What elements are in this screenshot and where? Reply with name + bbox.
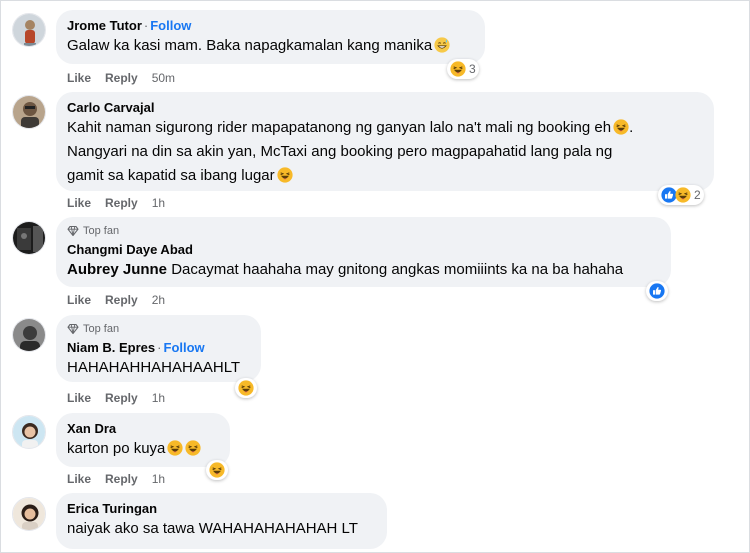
comment-text: Galaw ka kasi mam. Baka napagkamalan kan… [67, 37, 433, 54]
reaction-count: 3 [469, 62, 476, 76]
commenter-name[interactable]: Changmi Daye Abad [67, 242, 193, 257]
comment-actions: Like Reply 2h [67, 293, 179, 307]
avatar[interactable] [12, 13, 46, 47]
haha-emoji-icon [185, 440, 201, 456]
top-fan-label: Top fan [83, 323, 120, 335]
haha-emoji-icon [238, 380, 254, 396]
comment-bubble: Jrome Tutor · Follow Galaw ka kasi mam. Ba… [56, 10, 485, 64]
reply-button[interactable]: Reply [105, 71, 138, 85]
comment-text: HAHAHAHHAHAHAAHLT [67, 359, 241, 376]
commenter-name[interactable]: Xan Dra [67, 421, 116, 436]
separator-dot: · [157, 340, 162, 355]
reaction-count: 2 [694, 188, 701, 202]
commenter-name[interactable]: Erica Turingan [67, 501, 157, 516]
top-fan-diamond-icon [67, 323, 79, 335]
timestamp[interactable]: 2h [152, 293, 165, 307]
separator-dot: · [143, 18, 149, 33]
top-fan-label: Top fan [83, 225, 120, 237]
comment-text: Dacaymat haahaha may gnitong angkas momi… [171, 261, 624, 278]
timestamp[interactable]: 1h [152, 196, 165, 210]
top-fan-badge: Top fan [67, 322, 250, 336]
commenter-name[interactable]: Niam B. Epres [67, 340, 155, 355]
haha-emoji-icon [277, 167, 293, 183]
comments-panel: Jrome Tutor · Follow Galaw ka kasi mam. Ba… [0, 0, 750, 553]
commenter-name[interactable]: Jrome Tutor [67, 18, 142, 33]
like-reaction-icon [649, 283, 665, 299]
top-fan-badge: Top fan [67, 224, 660, 238]
timestamp[interactable]: 1h [152, 391, 165, 405]
timestamp[interactable]: 1h [152, 472, 165, 486]
avatar[interactable] [12, 95, 46, 129]
comment-actions: Like Reply 1h [67, 472, 179, 486]
haha-emoji-icon [613, 119, 629, 135]
comment-bubble: Top fan Niam B. Epres · Follow HAHAHAHHAHA… [56, 315, 261, 382]
reply-button[interactable]: Reply [105, 196, 138, 210]
reaction-summary[interactable] [206, 460, 228, 480]
follow-button[interactable]: Follow [150, 18, 191, 33]
top-fan-diamond-icon [67, 225, 79, 237]
comment-text-line: Kahit naman sigurong rider mapapatanong … [67, 119, 612, 136]
timestamp[interactable]: 50m [152, 71, 175, 85]
reaction-summary[interactable]: 3 [447, 59, 479, 79]
comment-text: karton po kuya [67, 440, 166, 457]
comment-actions: Like Reply 1h [67, 391, 179, 405]
reaction-summary[interactable] [646, 281, 668, 301]
haha-emoji-icon [450, 61, 466, 77]
comment-text-line: gamit sa kapatid sa ibang lugar [67, 167, 275, 184]
comment-text: naiyak ako sa tawa WAHAHAHAHAHAH LT [67, 520, 358, 537]
reply-button[interactable]: Reply [105, 391, 138, 405]
comment-actions: Like Reply 1h [67, 196, 179, 210]
mention-link[interactable]: Aubrey Junne [67, 261, 167, 278]
like-button[interactable]: Like [67, 293, 91, 307]
haha-emoji-icon [167, 440, 183, 456]
like-button[interactable]: Like [67, 71, 91, 85]
avatar[interactable] [12, 221, 46, 255]
grinning-sweat-emoji-icon [434, 37, 450, 53]
reply-button[interactable]: Reply [105, 293, 138, 307]
commenter-name[interactable]: Carlo Carvajal [67, 100, 154, 115]
reaction-summary[interactable]: 2 [658, 185, 704, 205]
reply-button[interactable]: Reply [105, 472, 138, 486]
comment-bubble: Top fan Changmi Daye Abad Aubrey Junne D… [56, 217, 671, 287]
reaction-summary[interactable] [235, 378, 257, 398]
comment-bubble: Carlo Carvajal Kahit naman sigurong ride… [56, 92, 714, 191]
comment-bubble: Xan Dra karton po kuya [56, 413, 230, 467]
haha-emoji-icon [209, 462, 225, 478]
comment-bubble: Erica Turingan naiyak ako sa tawa WAHAHA… [56, 493, 387, 549]
like-button[interactable]: Like [67, 391, 91, 405]
comment-text-line: Nangyari na din sa akin yan, McTaxi ang … [67, 143, 613, 160]
avatar[interactable] [12, 497, 46, 531]
like-button[interactable]: Like [67, 196, 91, 210]
haha-emoji-icon [675, 187, 691, 203]
avatar[interactable] [12, 318, 46, 352]
avatar[interactable] [12, 415, 46, 449]
comment-actions: Like Reply 50m [67, 71, 189, 85]
like-button[interactable]: Like [67, 472, 91, 486]
follow-button[interactable]: Follow [164, 340, 205, 355]
